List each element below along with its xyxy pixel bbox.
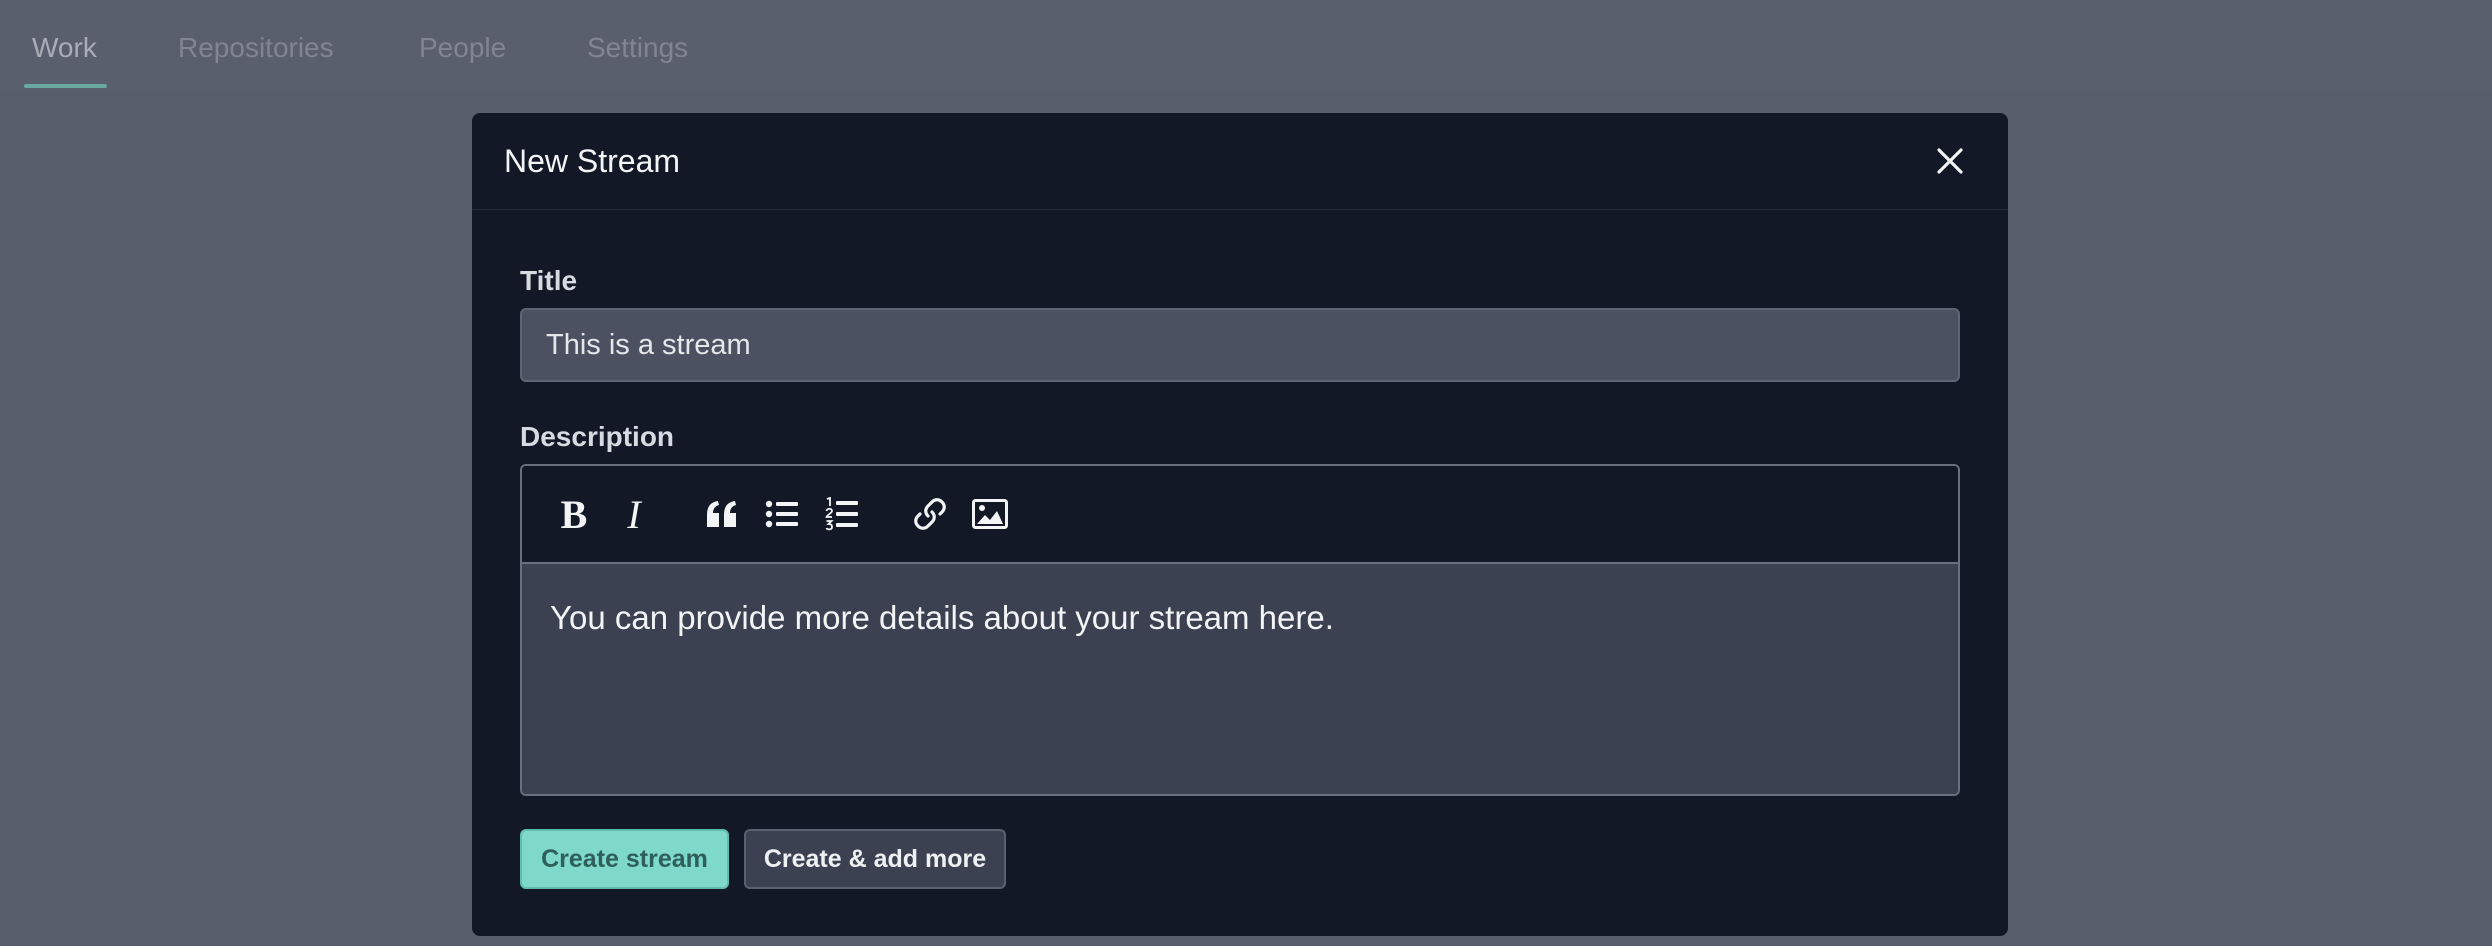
numbered-list-icon xyxy=(825,497,858,531)
description-textarea[interactable]: You can provide more details about your … xyxy=(522,564,1958,794)
tab-work[interactable]: Work xyxy=(32,28,97,68)
link-icon xyxy=(914,498,946,530)
tab-people[interactable]: People xyxy=(419,28,506,68)
image-button[interactable] xyxy=(968,492,1012,536)
close-button[interactable] xyxy=(1932,143,1968,179)
editor-toolbar: B I xyxy=(522,466,1958,564)
tab-repositories[interactable]: Repositories xyxy=(178,28,334,68)
create-stream-button[interactable]: Create stream xyxy=(520,829,729,889)
modal-header: New Stream xyxy=(472,113,2008,210)
numbered-list-button[interactable] xyxy=(820,492,864,536)
quote-button[interactable] xyxy=(700,492,744,536)
image-icon xyxy=(972,499,1008,529)
tab-settings[interactable]: Settings xyxy=(587,28,688,68)
description-label: Description xyxy=(520,421,675,452)
description-editor: B I You can provide more details about y… xyxy=(520,464,1960,796)
new-stream-modal: New Stream Title Description B I xyxy=(472,113,2008,936)
create-and-add-more-button[interactable]: Create & add more xyxy=(744,829,1006,889)
italic-button[interactable]: I xyxy=(612,491,656,537)
bullet-list-button[interactable] xyxy=(760,492,804,536)
bold-button[interactable]: B xyxy=(552,491,596,537)
top-nav: Work Repositories People Settings xyxy=(0,0,2492,92)
italic-icon: I xyxy=(627,491,641,537)
close-icon xyxy=(1937,148,1963,174)
modal-title: New Stream xyxy=(504,143,681,179)
link-button[interactable] xyxy=(908,492,952,536)
title-input[interactable] xyxy=(520,308,1960,382)
title-label: Title xyxy=(520,265,578,296)
bullet-list-icon xyxy=(765,500,798,528)
quote-icon xyxy=(707,501,736,527)
active-tab-indicator xyxy=(24,84,107,88)
bold-icon: B xyxy=(560,491,588,537)
